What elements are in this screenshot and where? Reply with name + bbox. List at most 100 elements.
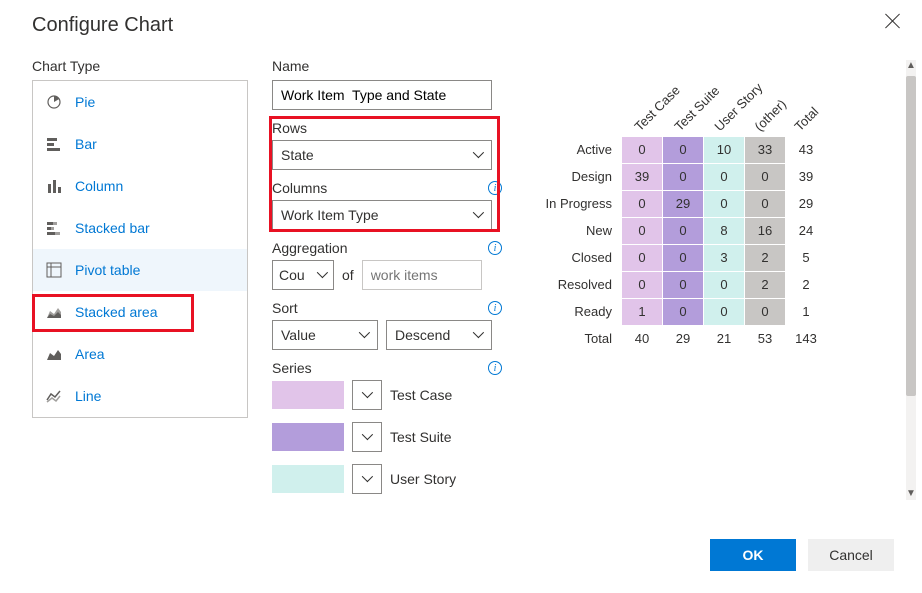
pivot-cell: 29 [663, 326, 703, 352]
pivot-cell: 3 [704, 245, 744, 271]
pivot-cell: 2 [745, 245, 785, 271]
chart-type-item-label: Area [75, 346, 105, 362]
pivot-cell: 0 [622, 137, 662, 163]
chart-type-item-stacked-area[interactable]: Stacked area [33, 291, 247, 333]
info-icon[interactable]: i [488, 301, 502, 315]
series-color-dropdown[interactable] [352, 380, 382, 410]
pivot-row-header: Design [526, 169, 622, 184]
columns-label: Columns [272, 180, 327, 196]
series-label: Series [272, 360, 312, 376]
pivot-cell: 5 [786, 245, 826, 271]
pivot-row-header: In Progress [526, 196, 622, 211]
scrollbar-up-arrow[interactable]: ▲ [905, 60, 917, 72]
aggregation-value: Cou [279, 267, 305, 283]
columns-select[interactable]: Work Item Type [272, 200, 492, 230]
chart-type-label: Chart Type [32, 58, 248, 74]
stacked-bar-icon [45, 219, 63, 237]
pivot-cell: 40 [622, 326, 662, 352]
pivot-cell: 143 [786, 326, 826, 352]
info-icon[interactable]: i [488, 361, 502, 375]
chart-type-item-label: Bar [75, 136, 97, 152]
rows-select[interactable]: State [272, 140, 492, 170]
pivot-cell: 0 [622, 191, 662, 217]
pivot-row: Total40292153143 [526, 325, 894, 352]
pivot-row: Closed00325 [526, 244, 894, 271]
ok-button[interactable]: OK [710, 539, 796, 571]
close-icon[interactable] [884, 12, 902, 30]
series-color-dropdown[interactable] [352, 422, 382, 452]
series-color-dropdown[interactable] [352, 464, 382, 494]
pivot-cell: 0 [622, 245, 662, 271]
pivot-row-header: Resolved [526, 277, 622, 292]
sort-by-select[interactable]: Value [272, 320, 378, 350]
name-input[interactable] [272, 80, 492, 110]
pivot-row-header: Closed [526, 250, 622, 265]
pivot-cell: 0 [704, 191, 744, 217]
chart-type-item-area[interactable]: Area [33, 333, 247, 375]
scrollbar-thumb[interactable] [906, 76, 916, 396]
chart-type-list: Pie Bar Column Stacked bar Pivot table Stacke… [32, 80, 248, 418]
series-label: Test Case [390, 387, 452, 403]
chart-type-item-label: Pie [75, 94, 95, 110]
stacked-area-icon [45, 303, 63, 321]
series-color-swatch[interactable] [272, 423, 344, 451]
sort-by-value: Value [281, 327, 316, 343]
pivot-cell: 0 [663, 299, 703, 325]
pivot-cell: 0 [704, 272, 744, 298]
aggregation-of-text: of [342, 267, 354, 283]
cancel-button[interactable]: Cancel [808, 539, 894, 571]
info-icon[interactable]: i [488, 181, 502, 195]
chevron-down-icon [359, 330, 369, 340]
pivot-cell: 33 [745, 137, 785, 163]
aggregation-select[interactable]: Cou [272, 260, 334, 290]
chart-type-item-label: Line [75, 388, 101, 404]
pivot-cell: 24 [786, 218, 826, 244]
name-label: Name [272, 58, 502, 74]
pivot-cell: 0 [663, 245, 703, 271]
pivot-cell: 1 [786, 299, 826, 325]
pivot-row-header: New [526, 223, 622, 238]
aggregation-label: Aggregation [272, 240, 348, 256]
series-row: User Story [272, 464, 502, 494]
chart-type-item-column[interactable]: Column [33, 165, 247, 207]
series-row: Test Case [272, 380, 502, 410]
series-color-swatch[interactable] [272, 465, 344, 493]
pivot-cell: 0 [745, 191, 785, 217]
info-icon[interactable]: i [488, 241, 502, 255]
pivot-cell: 29 [663, 191, 703, 217]
sort-direction-select[interactable]: Descend [386, 320, 492, 350]
pivot-cell: 0 [663, 137, 703, 163]
series-color-swatch[interactable] [272, 381, 344, 409]
series-label: Test Suite [390, 429, 451, 445]
pivot-row-header: Ready [526, 304, 622, 319]
pivot-cell: 0 [704, 164, 744, 190]
line-icon [45, 387, 63, 405]
chart-type-panel: Chart Type Pie Bar Column Stacked bar Pivot … [32, 48, 248, 521]
chart-type-item-pivot-table[interactable]: Pivot table [33, 249, 247, 291]
pivot-row: Active00103343 [526, 136, 894, 163]
dialog-title: Configure Chart [0, 0, 922, 37]
pivot-cell: 0 [663, 272, 703, 298]
chart-type-item-label: Stacked area [75, 304, 158, 320]
pivot-cell: 0 [663, 164, 703, 190]
chart-type-item-label: Pivot table [75, 262, 140, 278]
pivot-row: Design3900039 [526, 163, 894, 190]
pivot-column-header: Test Suite [662, 84, 702, 136]
pivot-cell: 39 [786, 164, 826, 190]
pivot-cell: 21 [704, 326, 744, 352]
pivot-cell: 39 [622, 164, 662, 190]
sort-label: Sort [272, 300, 298, 316]
pivot-row: New0081624 [526, 217, 894, 244]
chart-type-item-pie[interactable]: Pie [33, 81, 247, 123]
pivot-cell: 43 [786, 137, 826, 163]
aggregation-field-input[interactable] [362, 260, 482, 290]
series-label: User Story [390, 471, 456, 487]
pivot-cell: 0 [663, 218, 703, 244]
scrollbar-down-arrow[interactable]: ▼ [905, 488, 917, 500]
chart-type-item-line[interactable]: Line [33, 375, 247, 417]
pivot-cell: 1 [622, 299, 662, 325]
chart-type-item-label: Stacked bar [75, 220, 150, 236]
chart-type-item-bar[interactable]: Bar [33, 123, 247, 165]
rows-value: State [281, 147, 314, 163]
chart-type-item-stacked-bar[interactable]: Stacked bar [33, 207, 247, 249]
